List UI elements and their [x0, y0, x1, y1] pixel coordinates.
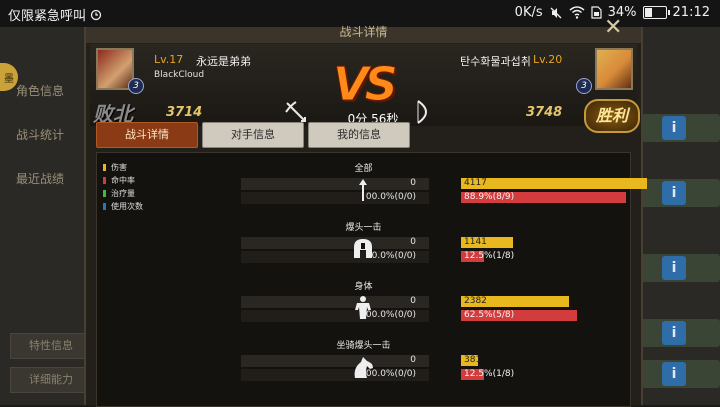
left-damage-value: 0: [410, 237, 416, 247]
wifi-icon: [569, 6, 585, 19]
stat-group-title: 爆头一击: [345, 223, 382, 233]
left-damage-value: 0: [410, 178, 416, 188]
horse-icon: [354, 357, 373, 378]
left-rank-badge: 3: [128, 78, 144, 94]
tab-battle-detail[interactable]: 战斗详情: [96, 122, 198, 148]
sidebar-item-character-info[interactable]: 角色信息: [16, 82, 64, 99]
sidebar-item-battle-stats[interactable]: 战斗统计: [16, 126, 64, 143]
left-hit-rate-value: 00.0%(0/0): [365, 251, 416, 261]
clock: 21:12: [672, 5, 710, 20]
stat-group-title: 身体: [354, 282, 373, 292]
sim-icon: [591, 6, 602, 19]
right-hit-rate-value: 62.5%(5/8): [464, 310, 515, 320]
bow-icon: [417, 100, 427, 124]
body-icon: [355, 296, 371, 319]
tab-opponent-info[interactable]: 对手信息: [202, 122, 304, 148]
left-player-name: 永远是弟弟: [196, 55, 251, 68]
right-damage-value: 2382: [464, 296, 487, 306]
battery-fill: [644, 8, 652, 17]
right-player-level: Lv.20: [533, 53, 563, 66]
victory-badge: 胜利: [584, 99, 640, 133]
carrier-text: 仅限紧急呼叫: [8, 9, 87, 24]
modal-title-bar: 战斗详情 ✕: [86, 15, 641, 43]
legend-label: 使用次数: [111, 202, 143, 211]
battery-icon: [642, 6, 670, 19]
right-damage-value: 1141: [464, 237, 487, 247]
vs-logo: VS: [333, 57, 399, 112]
left-hit-rate-value: 00.0%(0/0): [365, 192, 416, 202]
right-hit-rate-value: 88.9%(8/9): [464, 192, 515, 202]
legend-item-hit-rate: 命中率: [103, 174, 143, 187]
stats-panel: 伤害 命中率 治疗量 使用次数 全部 0 00.0%(0/0) 4117 88.9%(8…: [96, 152, 647, 407]
stat-group-title: 全部: [354, 164, 373, 174]
left-hit-rate-value: 00.0%(0/0): [365, 369, 416, 379]
left-damage-value: 0: [410, 355, 416, 365]
tab-my-info[interactable]: 我的信息: [308, 122, 410, 148]
modal-title: 战斗详情: [339, 25, 388, 39]
legend-swatch: [103, 177, 106, 184]
right-hit-rate-value: 12.5%(1/8): [464, 251, 515, 261]
right-hit-rate-value: 12.5%(1/8): [464, 369, 515, 379]
helmet-icon: [354, 239, 372, 258]
info-button[interactable]: i: [662, 181, 686, 205]
damage-bar: [461, 178, 647, 189]
right-player-name: 탄수화물과섭취: [460, 55, 531, 68]
left-player-guild: BlackCloud: [154, 70, 205, 80]
mute-icon: [550, 7, 562, 18]
left-player-score: 3714: [166, 105, 203, 120]
right-rank-badge: 3: [576, 78, 592, 94]
detail-ability-button[interactable]: 详细能力: [10, 367, 92, 393]
legend-swatch: [103, 190, 106, 197]
right-damage-value: 4117: [464, 178, 487, 188]
legend-item-healing: 治疗量: [103, 187, 143, 200]
right-damage-value: 381: [464, 355, 482, 365]
match-header: 3 Lv.17 永远是弟弟 BlackCloud 败北 3714 VS 0分 5…: [90, 44, 640, 133]
right-player-avatar: [595, 48, 633, 90]
net-speed: 0K/s: [514, 5, 543, 20]
sidebar-item-recent-record[interactable]: 最近战绩: [16, 170, 64, 187]
stat-group-title: 坐骑爆头一击: [336, 341, 391, 351]
legend-item-use-count: 使用次数: [103, 200, 143, 213]
battle-detail-modal: 战斗详情 ✕ 3 Lv.17 永远是弟弟 BlackCloud 败北 3714 …: [84, 15, 647, 407]
info-button[interactable]: i: [662, 321, 686, 345]
legend-label: 治疗量: [111, 189, 135, 198]
info-button[interactable]: i: [662, 116, 686, 140]
alarm-icon: [90, 9, 102, 20]
arrow-icon: [359, 179, 367, 201]
info-button[interactable]: i: [662, 256, 686, 280]
left-hit-rate-value: 00.0%(0/0): [365, 310, 416, 320]
trait-info-button[interactable]: 特性信息: [10, 333, 92, 359]
right-player-score: 3748: [526, 105, 563, 120]
info-button[interactable]: i: [662, 362, 686, 386]
close-button[interactable]: ✕: [604, 15, 622, 40]
left-damage-value: 0: [410, 296, 416, 306]
legend-label: 命中率: [111, 176, 135, 185]
legend-swatch: [103, 203, 106, 210]
left-player-level: Lv.17: [154, 53, 184, 66]
